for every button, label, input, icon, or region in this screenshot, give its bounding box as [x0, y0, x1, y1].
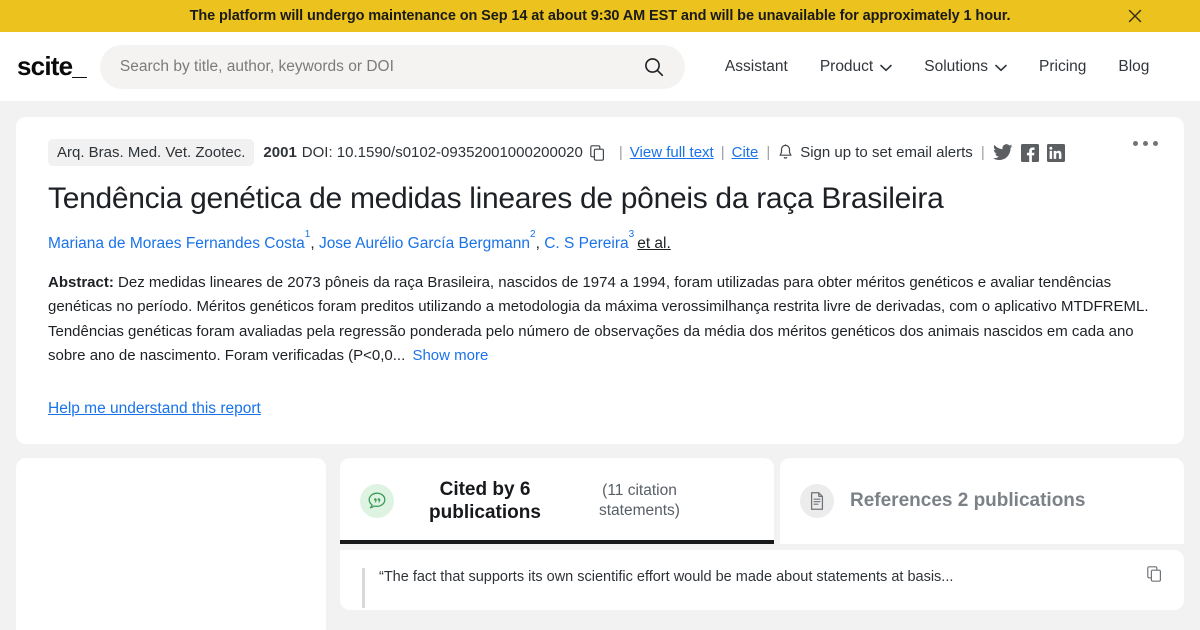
tab-sub-citation-statements: (11 citation statements) [599, 481, 680, 520]
author-affiliation-marker: 1 [304, 228, 311, 240]
statement-text: “The fact that supports its own scientif… [379, 569, 954, 586]
nav-item-solutions[interactable]: Solutions [908, 52, 1023, 82]
show-more-link[interactable]: Show more [412, 347, 488, 364]
view-full-text-link[interactable]: View full text [630, 144, 714, 161]
maintenance-banner: The platform will undergo maintenance on… [0, 0, 1200, 32]
author-link[interactable]: Mariana de Moraes Fernandes Costa [48, 235, 305, 252]
twitter-icon[interactable] [992, 144, 1013, 161]
document-icon [800, 484, 834, 519]
tab-label-cited-by: Cited by 6 publications [429, 478, 541, 524]
site-header: scite_ Assistant Product Solutions Pr [0, 32, 1200, 101]
email-alerts-link[interactable]: Sign up to set email alerts [800, 144, 973, 161]
search-bar[interactable] [99, 44, 685, 89]
nav-item-assistant[interactable]: Assistant [709, 52, 804, 82]
journal-badge[interactable]: Arq. Bras. Med. Vet. Zootec. [48, 139, 255, 166]
nav-label: Pricing [1039, 57, 1087, 75]
et-al-link[interactable]: et al. [637, 235, 671, 252]
author-separator: , [310, 234, 319, 252]
tab-bar: Cited by 6 publications (11 citation sta… [340, 458, 1184, 545]
linkedin-icon[interactable] [1046, 143, 1065, 162]
publication-year: 2001 [263, 144, 297, 161]
help-understand-report-link[interactable]: Help me understand this report [48, 400, 261, 418]
abstract-label: Abstract: [48, 273, 114, 291]
page-content: Arq. Bras. Med. Vet. Zootec. 2001 DOI: 1… [0, 101, 1200, 630]
tab-references[interactable]: References 2 publications [780, 458, 1184, 545]
tabs-column: Cited by 6 publications (11 citation sta… [340, 458, 1184, 611]
author-link[interactable]: Jose Aurélio García Bergmann [319, 235, 530, 252]
facebook-icon[interactable] [1020, 143, 1039, 162]
tab-label-references: References 2 publications [850, 490, 1086, 512]
abstract-text: Dez medidas lineares de 2073 pôneis da r… [48, 273, 1149, 364]
page-title: Tendência genética de medidas lineares d… [48, 182, 944, 215]
statement-accent-bar [362, 568, 365, 609]
nav-label: Assistant [724, 57, 788, 75]
separator: | [766, 144, 771, 161]
search-icon[interactable] [641, 54, 667, 80]
citation-bubble-icon [360, 484, 394, 519]
separator: | [980, 144, 985, 161]
citation-statement-item: “The fact that supports its own scientif… [362, 566, 1162, 609]
more-options-icon[interactable] [1129, 137, 1162, 150]
main-navigation: Assistant Product Solutions Pricing Blog [709, 52, 1166, 82]
tab-cited-by[interactable]: Cited by 6 publications (11 citation sta… [340, 458, 774, 545]
cite-link[interactable]: Cite [732, 144, 759, 161]
copy-icon[interactable] [1147, 566, 1162, 587]
bell-icon[interactable] [778, 144, 793, 161]
separator: | [618, 144, 623, 161]
article-card: Arq. Bras. Med. Vet. Zootec. 2001 DOI: 1… [16, 117, 1184, 445]
article-metadata: Arq. Bras. Med. Vet. Zootec. 2001 DOI: 1… [48, 139, 1152, 166]
scite-logo[interactable]: scite_ [17, 51, 87, 82]
nav-item-blog[interactable]: Blog [1102, 52, 1165, 82]
doi-text: DOI: 10.1590/s0102-09352001000200020 [301, 144, 583, 161]
chevron-down-icon [995, 64, 1007, 71]
nav-label: Blog [1118, 57, 1150, 75]
separator: | [720, 144, 725, 161]
lower-section: Cited by 6 publications (11 citation sta… [16, 458, 1184, 630]
author-link[interactable]: C. S Pereira [544, 235, 628, 252]
social-share-group [992, 143, 1065, 162]
search-input[interactable] [119, 57, 641, 76]
nav-item-product[interactable]: Product [804, 52, 908, 82]
nav-label: Product [819, 57, 874, 75]
author-list: Mariana de Moraes Fernandes Costa1, Jose… [48, 228, 1152, 255]
nav-label: Solutions [924, 57, 988, 75]
author-affiliation-marker: 2 [530, 228, 536, 240]
abstract: Abstract: Dez medidas lineares de 2073 p… [48, 271, 1152, 368]
close-icon[interactable] [1126, 7, 1144, 25]
maintenance-banner-text: The platform will undergo maintenance on… [189, 8, 1011, 24]
sidebar-panel [16, 458, 326, 630]
citation-statements-panel: “The fact that supports its own scientif… [340, 550, 1184, 611]
author-separator: , [535, 234, 545, 252]
author-affiliation-marker: 3 [628, 228, 635, 240]
chevron-down-icon [880, 64, 893, 71]
nav-item-pricing[interactable]: Pricing [1023, 52, 1102, 82]
copy-icon[interactable] [590, 144, 605, 161]
